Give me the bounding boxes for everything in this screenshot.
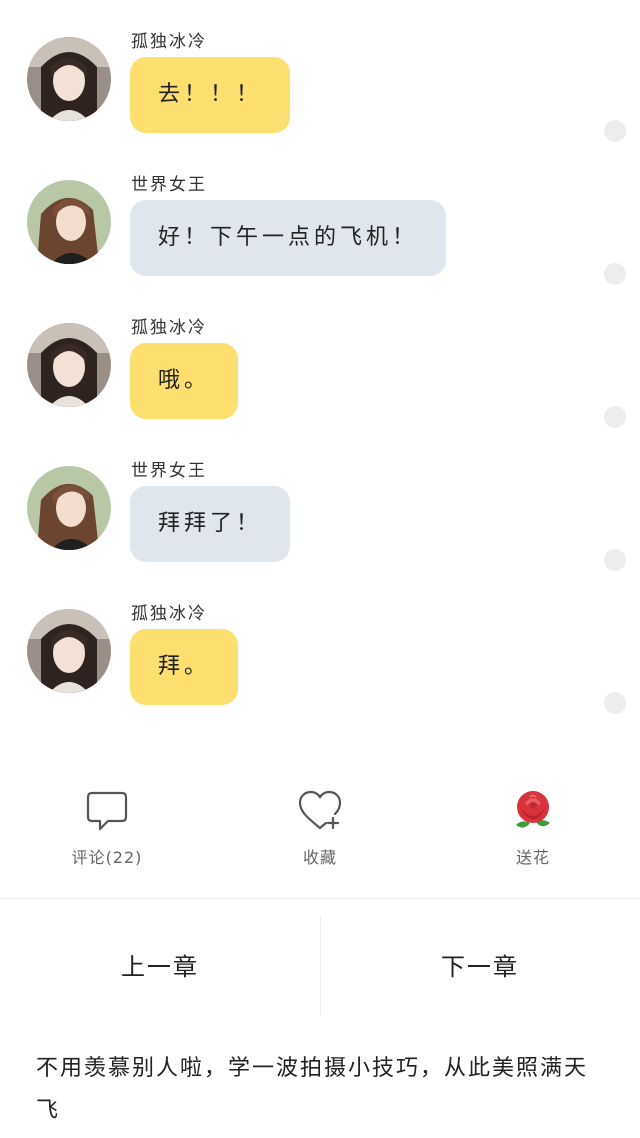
prev-chapter-button[interactable]: 上一章: [0, 915, 320, 1015]
comment-label: 评论(22): [71, 848, 143, 867]
avatar[interactable]: [27, 37, 111, 121]
heart-plus-icon: [298, 790, 342, 830]
read-indicator-dot: [604, 406, 626, 428]
avatar[interactable]: [27, 466, 111, 550]
comment-button[interactable]: 评论(22): [27, 780, 187, 880]
send-flower-button[interactable]: 送花: [453, 780, 613, 880]
recommended-article-link[interactable]: 不用羡慕别人啦，学一波拍摄小技巧，从此美照满天飞: [36, 1048, 606, 1132]
read-indicator-dot: [604, 263, 626, 285]
read-indicator-dot: [604, 120, 626, 142]
favorite-button[interactable]: 收藏: [240, 780, 400, 880]
sender-name: 世界女王: [131, 175, 207, 195]
message-bubble[interactable]: 拜。: [130, 629, 239, 705]
message-bubble[interactable]: 拜拜了！: [130, 486, 291, 562]
read-indicator-dot: [604, 692, 626, 714]
sender-name: 孤独冰冷: [131, 32, 207, 52]
divider: [0, 898, 640, 899]
chat-message: 世界女王 拜拜了！: [0, 429, 640, 571]
message-bubble[interactable]: 哦。: [130, 343, 239, 419]
chat-message: 世界女王 好！下午一点的飞机！: [0, 143, 640, 285]
next-chapter-button[interactable]: 下一章: [320, 915, 640, 1015]
chapter-navigation: 上一章 下一章: [0, 915, 640, 1015]
rose-icon: [516, 791, 550, 828]
message-bubble[interactable]: 去！！！: [130, 57, 291, 133]
chat-message: 孤独冰冷 去！！！: [0, 0, 640, 142]
sender-name: 孤独冰冷: [131, 318, 207, 338]
sender-name: 世界女王: [131, 461, 207, 481]
speech-bubble-icon: [86, 791, 128, 831]
favorite-label: 收藏: [302, 848, 337, 867]
sender-name: 孤独冰冷: [131, 604, 207, 624]
avatar[interactable]: [27, 323, 111, 407]
avatar[interactable]: [27, 180, 111, 264]
chat-thread: 孤独冰冷 去！！！ 世界女王 好！下午一点的飞机！ 孤独冰冷 哦。 世界女王 拜…: [0, 0, 640, 730]
chat-message: 孤独冰冷 拜。: [0, 572, 640, 714]
read-indicator-dot: [604, 549, 626, 571]
message-bubble[interactable]: 好！下午一点的飞机！: [130, 200, 447, 276]
action-bar: 评论(22) 收藏 送花: [0, 780, 640, 880]
flower-label: 送花: [515, 848, 550, 867]
chat-message: 孤独冰冷 哦。: [0, 286, 640, 428]
avatar[interactable]: [27, 609, 111, 693]
